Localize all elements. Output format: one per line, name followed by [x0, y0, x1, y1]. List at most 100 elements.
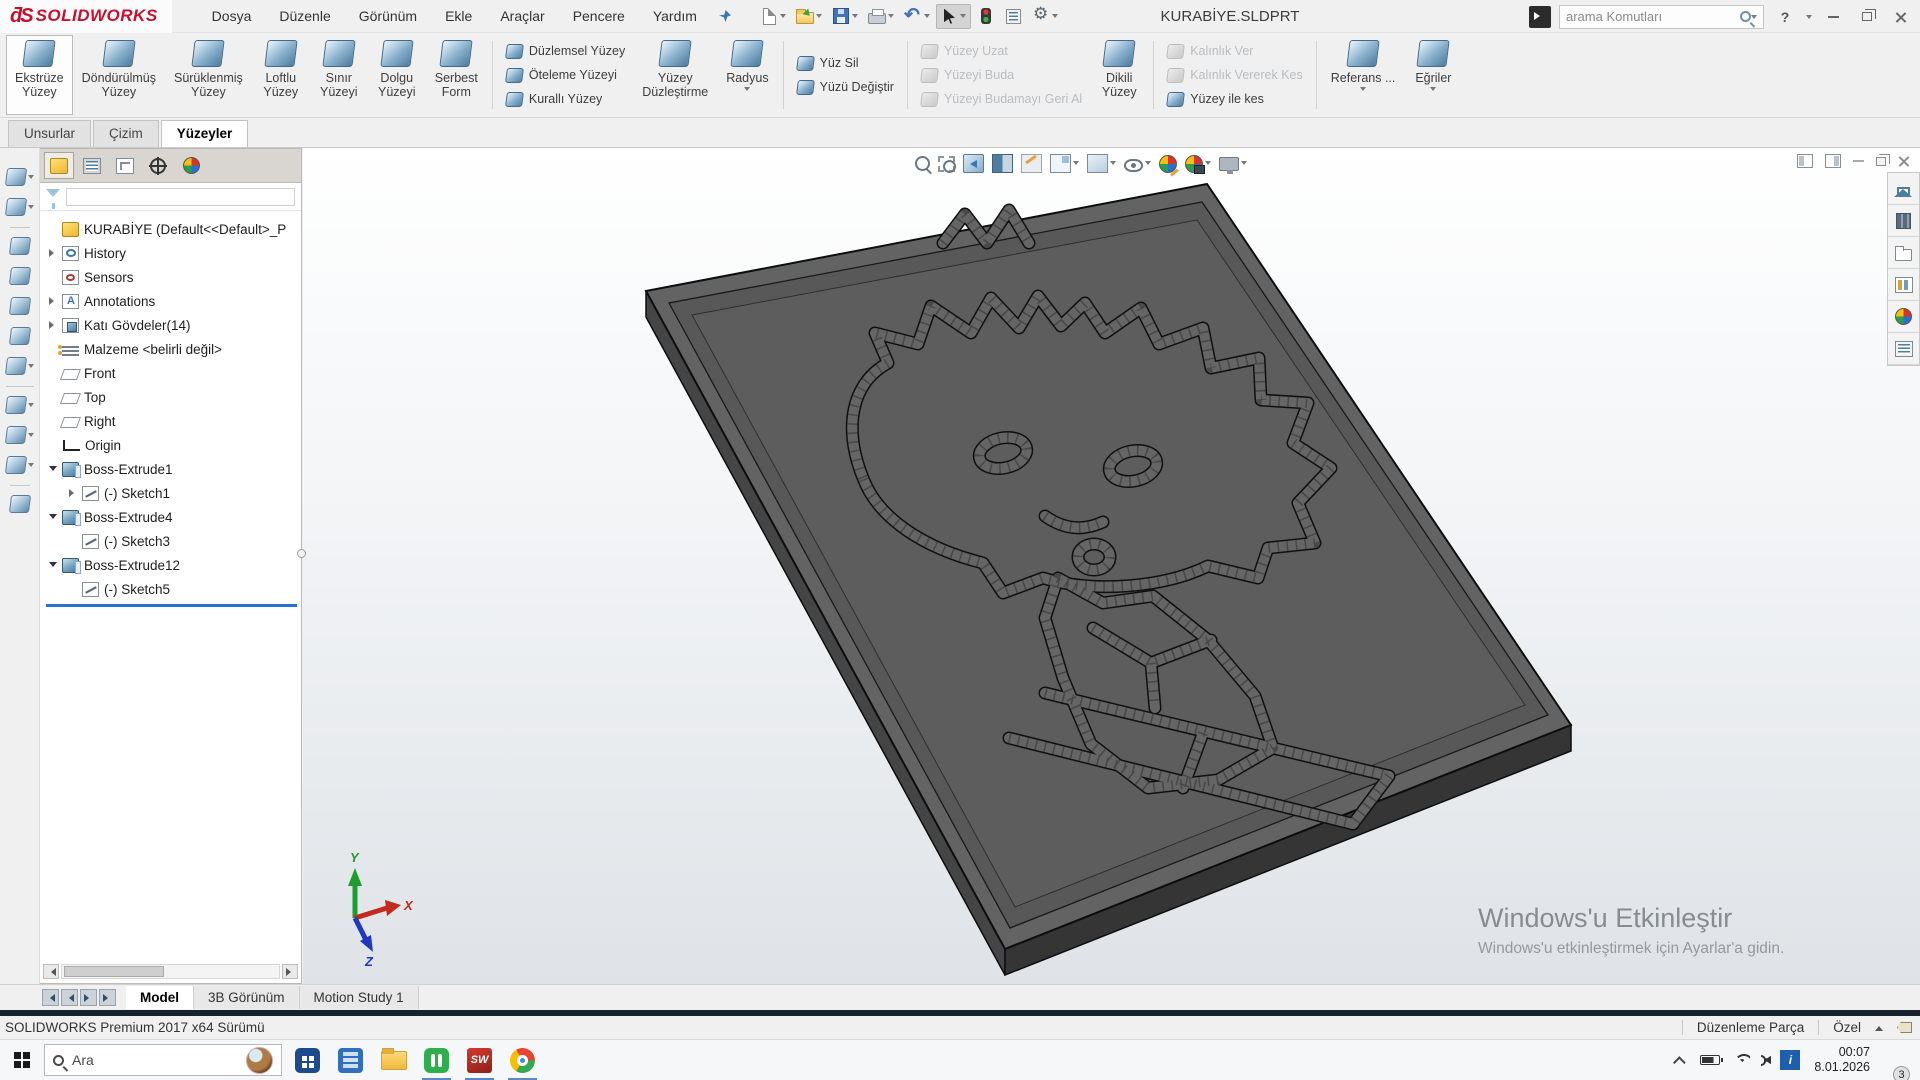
chevron-down-icon[interactable]	[1360, 87, 1366, 94]
expand-arrow-icon[interactable]	[46, 414, 60, 428]
strip-tool-button[interactable]	[10, 261, 30, 291]
expand-arrow-icon[interactable]	[46, 558, 60, 572]
ribbon-small-button[interactable]: Yüzü Değiştir	[797, 77, 894, 98]
quick-access-button[interactable]	[864, 5, 898, 27]
ribbon-large-button[interactable]: Yüzey Düzleştirme	[633, 35, 717, 115]
tag-icon[interactable]	[1897, 1022, 1912, 1033]
expand-arrow-icon[interactable]	[46, 510, 60, 524]
expand-arrow-icon[interactable]	[46, 438, 60, 452]
tree-item[interactable]: (-) Sketch5	[40, 577, 301, 601]
ribbon-small-button[interactable]: Kalınlık Ver	[1167, 41, 1303, 62]
hud-button[interactable]	[915, 156, 930, 171]
ribbon-large-button[interactable]: Dikili Yüzey	[1090, 35, 1148, 115]
chevron-down-icon[interactable]	[780, 14, 786, 21]
menu-item[interactable]: Dosya	[200, 3, 264, 29]
quick-access-button[interactable]	[757, 5, 790, 28]
panel-splitter-handle[interactable]	[297, 549, 306, 558]
document-tab[interactable]: 3B Görünüm	[194, 986, 300, 1009]
tray-chevron-icon[interactable]	[1673, 1056, 1686, 1069]
tree-item[interactable]: History	[40, 241, 301, 265]
chevron-down-icon[interactable]	[1751, 15, 1757, 22]
ribbon-large-button[interactable]: Eğriler	[1404, 35, 1462, 115]
info-tray-icon[interactable]: i	[1780, 1050, 1800, 1070]
task-pane-button[interactable]	[1888, 301, 1919, 333]
hud-button[interactable]	[1124, 156, 1151, 172]
chevron-down-icon[interactable]	[28, 403, 34, 410]
taskbar-search-box[interactable]: Ara	[44, 1044, 282, 1076]
commandmanager-tab[interactable]: Çizim	[93, 120, 159, 147]
hud-button[interactable]	[1021, 154, 1042, 173]
doc-minimize-icon[interactable]	[1853, 160, 1864, 162]
graphics-viewport[interactable]: Y X Z	[303, 148, 1920, 984]
taskbar-app-button[interactable]	[415, 1040, 458, 1080]
task-pane-button[interactable]	[1888, 333, 1919, 365]
units-caret-icon[interactable]	[1875, 1022, 1883, 1031]
strip-tool-button[interactable]	[6, 192, 34, 222]
prev-tab-button[interactable]	[61, 989, 78, 1006]
quick-access-button[interactable]	[936, 4, 971, 29]
taskbar-clock[interactable]: 00:07 8.01.2026	[1814, 1045, 1870, 1075]
tree-item[interactable]: (-) Sketch3	[40, 529, 301, 553]
taskbar-app-button[interactable]	[329, 1040, 372, 1080]
menu-item[interactable]: Düzenle	[267, 3, 342, 29]
hud-button[interactable]	[1087, 154, 1116, 173]
menu-item[interactable]: Yardım	[641, 3, 709, 29]
restore-button[interactable]	[1854, 7, 1880, 27]
ribbon-small-button[interactable]: Yüzeyi Buda	[921, 65, 1082, 86]
strip-tool-button[interactable]	[10, 227, 30, 261]
expand-arrow-icon[interactable]	[46, 222, 60, 236]
chevron-down-icon[interactable]	[1430, 87, 1436, 94]
task-pane-button[interactable]	[1888, 205, 1919, 237]
tree-item[interactable]: Katı Gövdeler(14)	[40, 313, 301, 337]
ribbon-small-button[interactable]: Kalınlık Vererek Kes	[1167, 65, 1303, 86]
tree-item[interactable]: Origin	[40, 433, 301, 457]
pin-menu-icon[interactable]	[719, 10, 731, 22]
scrollbar-thumb[interactable]	[64, 966, 164, 977]
tree-item[interactable]: Malzeme <belirli değil>	[40, 337, 301, 361]
commandmanager-tab[interactable]: Yüzeyler	[161, 120, 249, 147]
expand-arrow-icon[interactable]	[46, 270, 60, 284]
strip-tool-button[interactable]	[10, 321, 30, 351]
document-tab[interactable]: Motion Study 1	[300, 986, 419, 1009]
chevron-down-icon[interactable]	[852, 14, 858, 21]
chevron-down-icon[interactable]	[28, 175, 34, 182]
task-pane-button[interactable]	[1888, 269, 1919, 301]
quick-access-button[interactable]	[900, 4, 934, 28]
expand-arrow-icon[interactable]	[46, 294, 60, 308]
last-tab-button[interactable]	[99, 989, 116, 1006]
manager-tab[interactable]	[77, 152, 107, 179]
strip-tool-button[interactable]	[10, 485, 30, 519]
search-launcher-icon[interactable]	[1529, 6, 1551, 28]
document-tab[interactable]: Model	[126, 986, 194, 1009]
chevron-down-icon[interactable]	[28, 463, 34, 470]
tree-filter-input[interactable]	[66, 188, 295, 206]
expand-arrow-icon[interactable]	[46, 390, 60, 404]
hud-button[interactable]	[938, 156, 955, 172]
quick-access-button[interactable]	[973, 4, 999, 28]
ribbon-large-button[interactable]: Radyus	[717, 35, 777, 115]
collapse-left-pane-icon[interactable]	[1797, 154, 1813, 168]
tree-item[interactable]: Annotations	[40, 289, 301, 313]
hud-button[interactable]	[1050, 154, 1079, 173]
volume-button[interactable]	[1764, 1055, 1766, 1066]
ribbon-large-button[interactable]: Referans ...	[1322, 35, 1405, 115]
chevron-down-icon[interactable]	[28, 364, 34, 371]
ribbon-small-button[interactable]: Yüzeyi Budamayı Geri Al	[921, 89, 1082, 110]
close-button[interactable]	[1888, 7, 1914, 27]
tree-item[interactable]: Right	[40, 409, 301, 433]
ribbon-large-button[interactable]: Serbest Form	[426, 35, 487, 115]
chevron-down-icon[interactable]	[1241, 161, 1247, 168]
chevron-down-icon[interactable]	[1205, 161, 1211, 168]
quick-access-button[interactable]	[1028, 4, 1062, 28]
expand-arrow-icon[interactable]	[46, 366, 60, 380]
expand-arrow-icon[interactable]	[66, 534, 80, 548]
tree-item[interactable]: Front	[40, 361, 301, 385]
strip-tool-button[interactable]	[10, 291, 30, 321]
chevron-down-icon[interactable]	[1110, 161, 1116, 168]
chevron-down-icon[interactable]	[28, 433, 34, 440]
ribbon-large-button[interactable]: Ekstrüze Yüzey	[6, 35, 73, 115]
chevron-down-icon[interactable]	[1145, 161, 1151, 168]
tree-item[interactable]: Sensors	[40, 265, 301, 289]
expand-arrow-icon[interactable]	[46, 246, 60, 260]
chevron-down-icon[interactable]	[1073, 161, 1079, 168]
